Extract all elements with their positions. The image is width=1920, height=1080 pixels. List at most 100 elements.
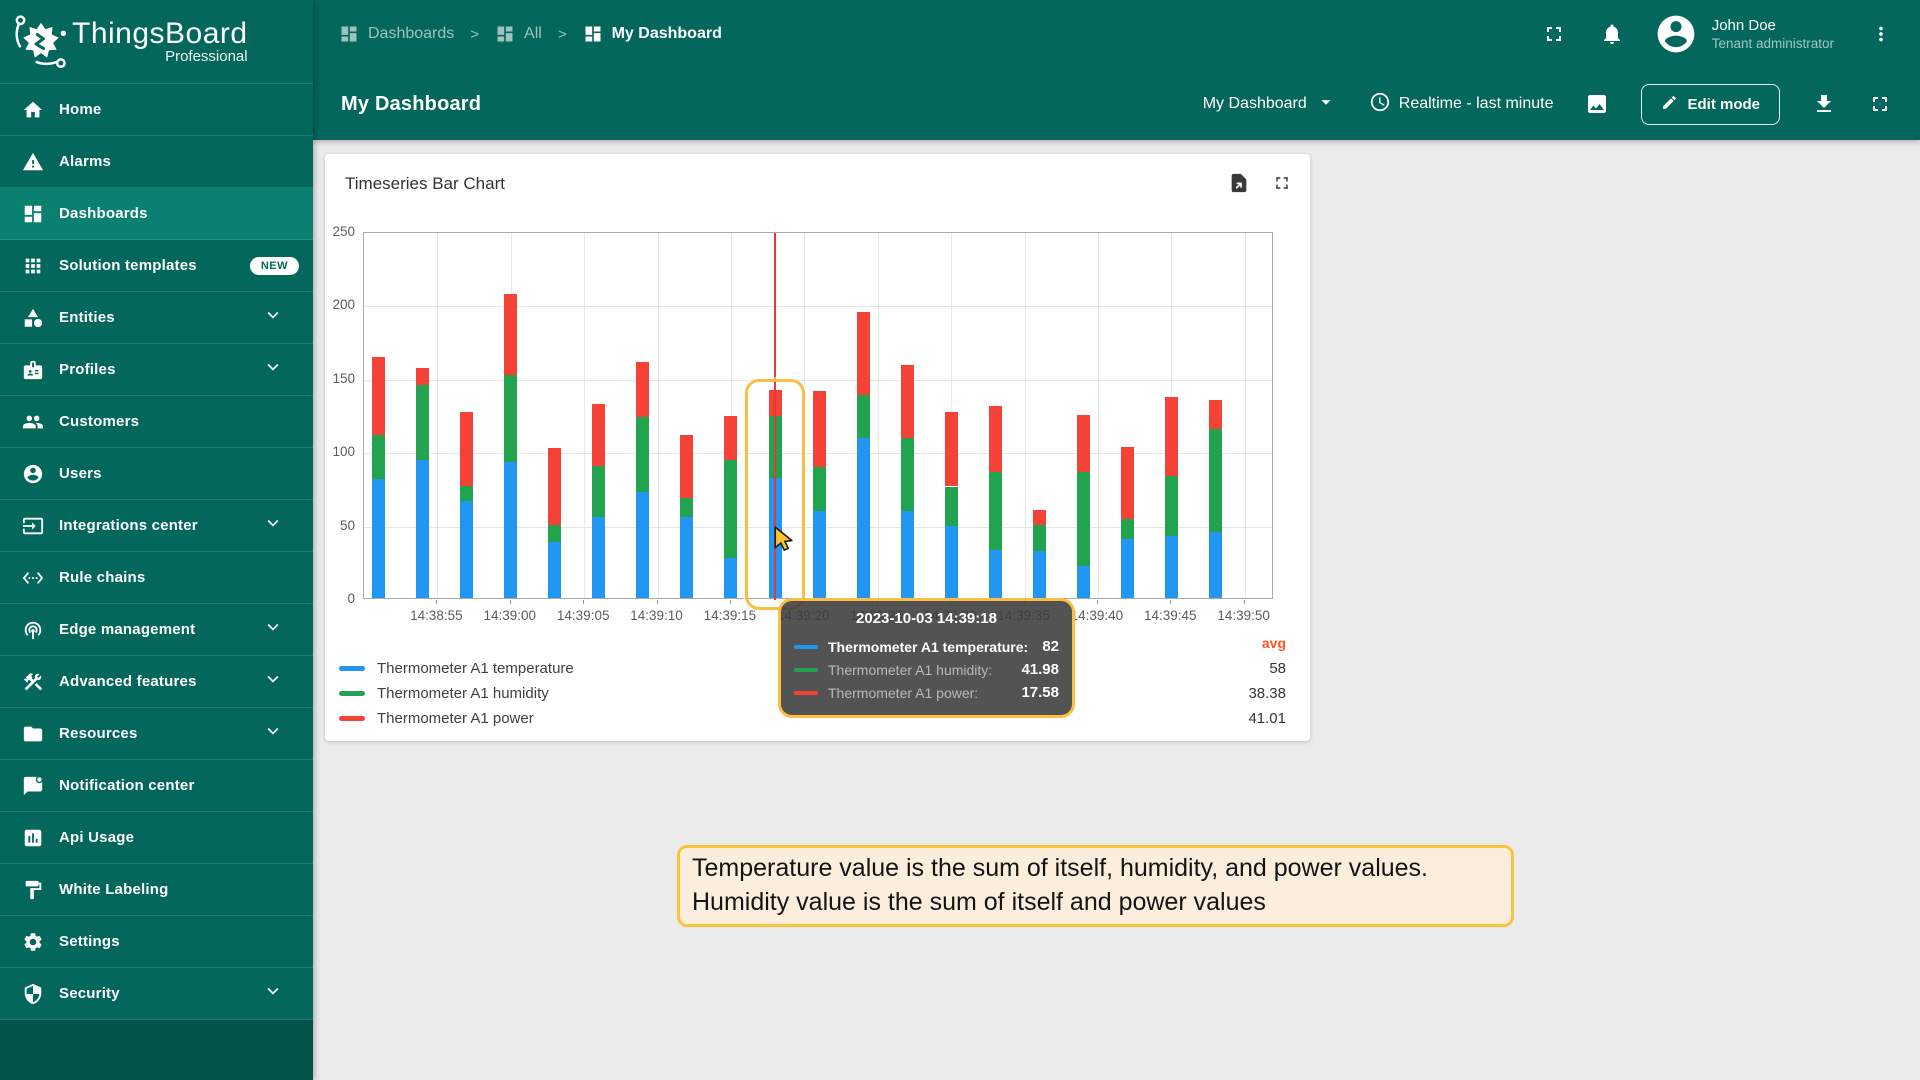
bar-segment-thermometer-a1-temperature[interactable] — [1165, 536, 1178, 598]
bar-segment-thermometer-a1-power[interactable] — [636, 362, 649, 418]
bar-segment-thermometer-a1-humidity[interactable] — [680, 498, 693, 517]
bar-segment-thermometer-a1-temperature[interactable] — [592, 517, 605, 598]
bar-segment-thermometer-a1-power[interactable] — [1033, 510, 1046, 525]
bar-segment-thermometer-a1-humidity[interactable] — [548, 525, 561, 543]
bar-segment-thermometer-a1-power[interactable] — [416, 368, 429, 386]
breadcrumb-item-my-dashboard[interactable]: My Dashboard — [583, 24, 722, 44]
bar-segment-thermometer-a1-power[interactable] — [724, 416, 737, 460]
bar-segment-thermometer-a1-humidity[interactable] — [504, 375, 517, 462]
fullscreen-icon — [1868, 92, 1892, 116]
bar-segment-thermometer-a1-humidity[interactable] — [372, 435, 385, 479]
sidebar-item-solution-templates[interactable]: Solution templatesNEW — [0, 240, 313, 292]
bar-segment-thermometer-a1-power[interactable] — [989, 406, 1002, 472]
user-info[interactable]: John Doe Tenant administrator — [1712, 16, 1834, 53]
bar-segment-thermometer-a1-temperature[interactable] — [813, 511, 826, 598]
export-download-button[interactable] — [1812, 92, 1836, 116]
edit-mode-button[interactable]: Edit mode — [1641, 84, 1780, 125]
bar-segment-thermometer-a1-power[interactable] — [1121, 447, 1134, 519]
bar-segment-thermometer-a1-temperature[interactable] — [680, 517, 693, 598]
bar-segment-thermometer-a1-humidity[interactable] — [1165, 476, 1178, 536]
chevron-down-icon — [262, 616, 299, 643]
timewindow-button[interactable]: Realtime - last minute — [1369, 91, 1554, 118]
sidebar-item-resources[interactable]: Resources — [0, 708, 313, 760]
bar-segment-thermometer-a1-humidity[interactable] — [592, 466, 605, 517]
chart-plot[interactable] — [363, 232, 1273, 599]
dashboard-select[interactable]: My Dashboard — [1203, 91, 1337, 118]
bar-segment-thermometer-a1-temperature[interactable] — [636, 492, 649, 598]
kebab-menu-button[interactable] — [1870, 23, 1892, 45]
bar-segment-thermometer-a1-temperature[interactable] — [945, 526, 958, 598]
bar-segment-thermometer-a1-power[interactable] — [1165, 397, 1178, 476]
sidebar-item-home[interactable]: Home — [0, 84, 313, 136]
sidebar-item-users[interactable]: Users — [0, 448, 313, 500]
sidebar-item-entities[interactable]: Entities — [0, 292, 313, 344]
sidebar-item-notification-center[interactable]: Notification center — [0, 760, 313, 812]
notifications-bell-button[interactable] — [1600, 22, 1624, 46]
sidebar-item-integrations-center[interactable]: Integrations center — [0, 500, 313, 552]
bar-segment-thermometer-a1-humidity[interactable] — [416, 385, 429, 460]
bar-segment-thermometer-a1-power[interactable] — [460, 412, 473, 487]
bar-segment-thermometer-a1-temperature[interactable] — [504, 462, 517, 599]
bar-segment-thermometer-a1-humidity[interactable] — [1209, 429, 1222, 532]
sidebar-item-settings[interactable]: Settings — [0, 916, 313, 968]
notification-center-icon — [22, 775, 44, 797]
bar-segment-thermometer-a1-power[interactable] — [680, 435, 693, 498]
bar-segment-thermometer-a1-temperature[interactable] — [548, 542, 561, 598]
bar-segment-thermometer-a1-temperature[interactable] — [1033, 551, 1046, 598]
bar-segment-thermometer-a1-humidity[interactable] — [857, 395, 870, 438]
fullscreen-toggle-button[interactable] — [1542, 22, 1566, 46]
sidebar-item-rule-chains[interactable]: Rule chains — [0, 552, 313, 604]
bar-segment-thermometer-a1-power[interactable] — [592, 404, 605, 466]
brand-logo[interactable]: ThingsBoard Professional — [0, 0, 313, 84]
user-avatar[interactable] — [1654, 12, 1698, 56]
bar-segment-thermometer-a1-humidity[interactable] — [460, 486, 473, 501]
sidebar-item-api-usage[interactable]: Api Usage — [0, 812, 313, 864]
legend-item-thermometer-a1-humidity[interactable]: Thermometer A1 humidity — [339, 681, 574, 706]
bar-segment-thermometer-a1-power[interactable] — [372, 357, 385, 435]
dashboard-image-button[interactable] — [1585, 92, 1609, 116]
bar-segment-thermometer-a1-power[interactable] — [813, 391, 826, 467]
dashboards-icon — [22, 203, 44, 225]
bar-segment-thermometer-a1-humidity[interactable] — [989, 472, 1002, 550]
legend-item-thermometer-a1-temperature[interactable]: Thermometer A1 temperature — [339, 656, 574, 681]
bar-segment-thermometer-a1-temperature[interactable] — [460, 501, 473, 598]
bar-segment-thermometer-a1-temperature[interactable] — [372, 479, 385, 598]
sidebar-item-white-labeling[interactable]: White Labeling — [0, 864, 313, 916]
bar-segment-thermometer-a1-temperature[interactable] — [1121, 539, 1134, 598]
breadcrumb-item-dashboards[interactable]: Dashboards — [339, 24, 454, 44]
bar-segment-thermometer-a1-humidity[interactable] — [901, 438, 914, 511]
bar-segment-thermometer-a1-humidity[interactable] — [1121, 519, 1134, 540]
bar-segment-thermometer-a1-humidity[interactable] — [636, 417, 649, 492]
bar-segment-thermometer-a1-temperature[interactable] — [724, 558, 737, 598]
sidebar-item-security[interactable]: Security — [0, 968, 313, 1020]
sidebar-item-customers[interactable]: Customers — [0, 396, 313, 448]
bar-segment-thermometer-a1-power[interactable] — [901, 365, 914, 438]
breadcrumb-item-all[interactable]: All — [495, 24, 542, 44]
sidebar-item-label: Integrations center — [59, 517, 198, 534]
bar-segment-thermometer-a1-temperature[interactable] — [989, 550, 1002, 598]
bar-segment-thermometer-a1-power[interactable] — [857, 312, 870, 396]
toolbar-fullscreen-button[interactable] — [1868, 92, 1892, 116]
bar-segment-thermometer-a1-temperature[interactable] — [857, 438, 870, 598]
bar-segment-thermometer-a1-power[interactable] — [945, 412, 958, 487]
sidebar-item-alarms[interactable]: Alarms — [0, 136, 313, 188]
bar-segment-thermometer-a1-humidity[interactable] — [1033, 525, 1046, 551]
bar-segment-thermometer-a1-temperature[interactable] — [1077, 566, 1090, 598]
bar-segment-thermometer-a1-power[interactable] — [504, 294, 517, 375]
sidebar-item-dashboards[interactable]: Dashboards — [0, 188, 313, 240]
bar-segment-thermometer-a1-power[interactable] — [1209, 400, 1222, 429]
sidebar-item-edge-management[interactable]: Edge management — [0, 604, 313, 656]
bar-segment-thermometer-a1-power[interactable] — [548, 448, 561, 524]
legend-item-thermometer-a1-power[interactable]: Thermometer A1 power — [339, 706, 574, 731]
legend-label: Thermometer A1 power — [377, 710, 534, 727]
sidebar-item-profiles[interactable]: Profiles — [0, 344, 313, 396]
bar-segment-thermometer-a1-power[interactable] — [1077, 415, 1090, 472]
bar-segment-thermometer-a1-temperature[interactable] — [416, 460, 429, 598]
sidebar-item-advanced-features[interactable]: Advanced features — [0, 656, 313, 708]
bar-segment-thermometer-a1-temperature[interactable] — [1209, 532, 1222, 598]
bar-segment-thermometer-a1-humidity[interactable] — [945, 487, 958, 527]
bar-segment-thermometer-a1-humidity[interactable] — [1077, 472, 1090, 566]
bar-segment-thermometer-a1-temperature[interactable] — [901, 511, 914, 598]
bar-segment-thermometer-a1-humidity[interactable] — [813, 467, 826, 511]
bar-segment-thermometer-a1-humidity[interactable] — [724, 460, 737, 558]
